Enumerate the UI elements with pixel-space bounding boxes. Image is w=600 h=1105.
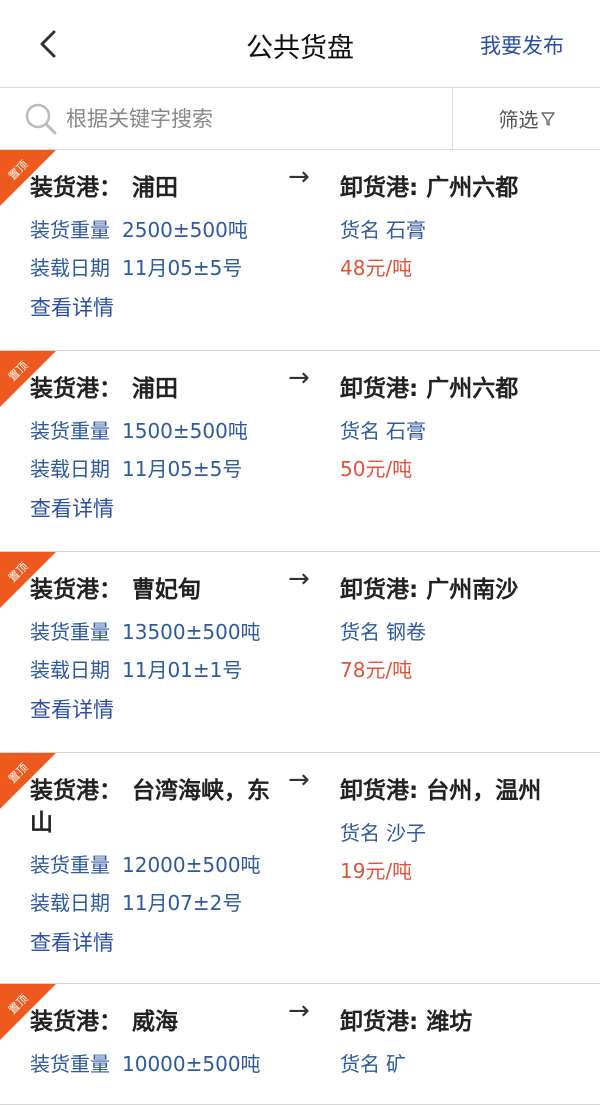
date-row: 装载日期 11月07±2号	[30, 891, 243, 915]
goods-row: 货名 石膏	[340, 218, 426, 242]
route-arrow-icon: →	[288, 162, 310, 192]
filter-button[interactable]: 筛选	[452, 88, 600, 149]
weight-row: 装货重量 12000±500吨	[30, 853, 261, 877]
load-port: 装货港： 浦田	[30, 376, 178, 402]
goods-row: 货名矿	[340, 1052, 406, 1076]
goods-row: 货名 钢卷	[340, 620, 426, 644]
load-port: 装货港： 曹妃甸	[30, 577, 201, 603]
price: 19元/吨	[340, 859, 413, 883]
view-details-link[interactable]: 查看详情	[30, 931, 285, 955]
date-row: 装载日期 11月01±1号	[30, 658, 243, 682]
route-arrow-icon: →	[288, 363, 310, 393]
weight-row: 装货重量 13500±500吨	[30, 620, 261, 644]
date-row: 装载日期 11月05±5号	[30, 256, 243, 280]
price: 50元/吨	[340, 457, 413, 481]
view-details-link[interactable]: 查看详情	[30, 698, 285, 722]
unload-port: 卸货港: 广州六都	[340, 376, 519, 402]
weight-row: 装货重量 2500±500吨	[30, 218, 248, 242]
filter-icon	[540, 111, 555, 126]
listing-card[interactable]: 置顶 → 装货港： 曹妃甸 装货重量 13500±500吨 装载日期 11月01±1号…	[0, 552, 600, 753]
goods-row: 货名 石膏	[340, 419, 426, 443]
weight-row: 装货重量 10000±500吨	[30, 1052, 261, 1076]
route-arrow-icon: →	[288, 765, 310, 795]
listing-card[interactable]: 置顶 → 装货港： 浦田 装货重量 2500±500吨 装载日期 11月05±5号 查…	[0, 150, 600, 351]
listing-list: 置顶 → 装货港： 浦田 装货重量 2500±500吨 装载日期 11月05±5号 查…	[0, 150, 600, 1105]
unload-port: 卸货港: 广州六都	[340, 175, 519, 201]
unload-port: 卸货港: 台州，温州	[340, 778, 542, 804]
route-arrow-icon: →	[288, 996, 310, 1026]
listing-card[interactable]: 置顶 → 装货港： 台湾海峡，东山 装货重量 12000±500吨 装载日期 11月0…	[0, 753, 600, 984]
view-details-link[interactable]: 查看详情	[30, 296, 285, 320]
load-port: 装货港： 浦田	[30, 175, 178, 201]
search-input[interactable]	[66, 102, 436, 136]
goods-row: 货名 沙子	[340, 821, 426, 845]
filter-label: 筛选	[498, 108, 539, 132]
load-port: 装货港： 台湾海峡，东山	[30, 778, 270, 836]
price: 78元/吨	[340, 658, 413, 682]
price: 48元/吨	[340, 256, 413, 280]
search-bar: 筛选	[0, 88, 600, 150]
view-details-link[interactable]: 查看详情	[30, 497, 285, 521]
route-arrow-icon: →	[288, 564, 310, 594]
unload-port: 卸货港: 潍坊	[340, 1009, 473, 1035]
weight-row: 装货重量 1500±500吨	[30, 419, 248, 443]
listing-card[interactable]: 置顶 → 装货港： 浦田 装货重量 1500±500吨 装载日期 11月05±5号 查…	[0, 351, 600, 552]
search-icon	[25, 103, 57, 135]
date-row: 装载日期 11月05±5号	[30, 457, 243, 481]
listing-card[interactable]: 置顶 → 装货港： 威海 装货重量 10000±500吨 卸货港: 潍坊 货名矿	[0, 984, 600, 1105]
top-bar: 公共货盘 我要发布	[0, 0, 600, 88]
unload-port: 卸货港: 广州南沙	[340, 577, 519, 603]
load-port: 装货港： 威海	[30, 1009, 178, 1035]
publish-button[interactable]: 我要发布	[480, 30, 564, 60]
